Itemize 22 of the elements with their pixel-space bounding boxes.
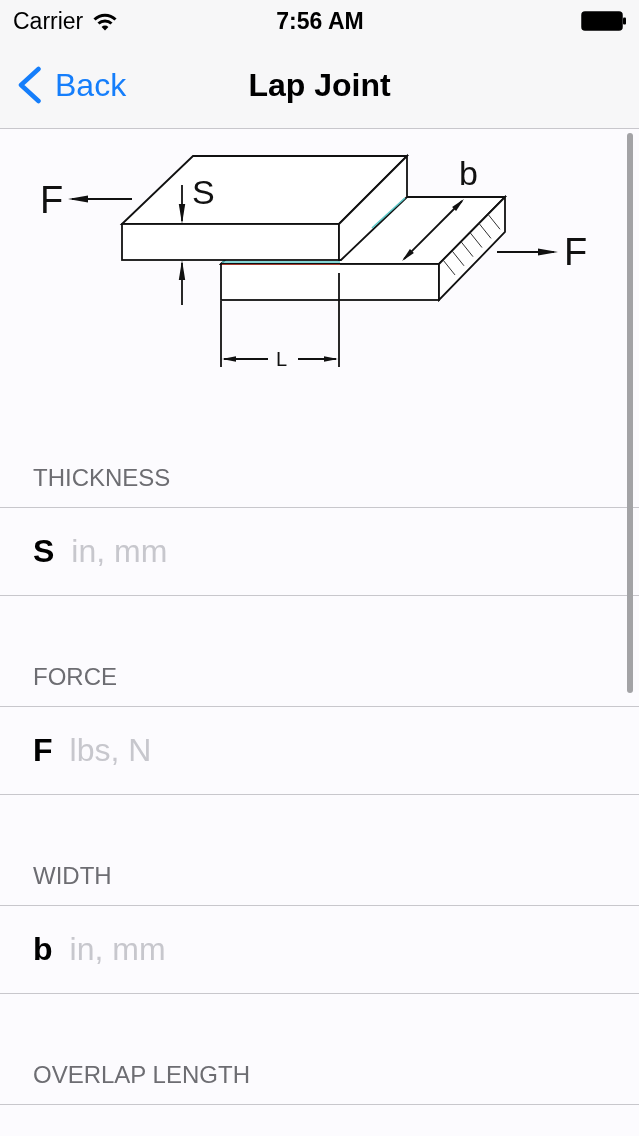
status-time: 7:56 AM	[276, 7, 364, 35]
length-label: L	[276, 348, 288, 370]
thickness-label: S	[192, 173, 215, 211]
force-label: F	[564, 231, 588, 273]
section-header: FORCE	[33, 663, 117, 691]
force-arrow	[68, 195, 133, 203]
nav-title: Lap Joint	[248, 66, 391, 104]
force-arrow	[496, 248, 558, 256]
section-header: THICKNESS	[33, 464, 171, 492]
field-label: b	[33, 931, 53, 968]
force-label: F	[40, 179, 64, 221]
chevron-left-icon	[17, 66, 42, 104]
section-header: OVERLAP LENGTH	[33, 1061, 250, 1089]
field-label: F	[33, 732, 53, 769]
carrier-name: Carrier	[13, 7, 84, 35]
field-label: S	[33, 533, 55, 570]
section-header: WIDTH	[33, 862, 112, 890]
battery-icon	[581, 11, 627, 31]
wifi-icon	[92, 11, 119, 31]
width-dimension-line	[402, 199, 464, 261]
back-button[interactable]: Back	[17, 66, 127, 104]
width-label: b	[459, 154, 478, 192]
